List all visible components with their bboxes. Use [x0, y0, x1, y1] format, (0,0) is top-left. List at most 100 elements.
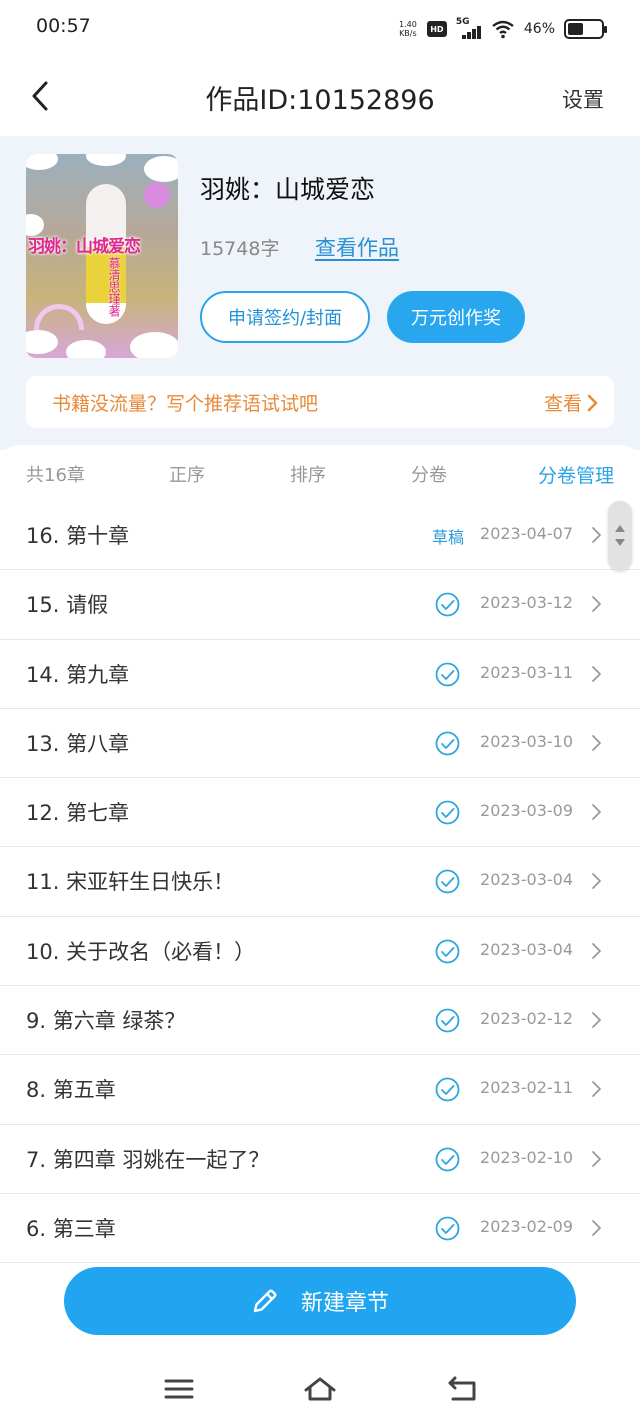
chapter-row[interactable]: 15. 请假 2023-03-12: [0, 570, 640, 640]
chapter-date: 2023-02-11: [480, 1078, 573, 1098]
check-circle-icon: [435, 939, 460, 964]
chapter-total: 共16章: [26, 465, 85, 486]
chapter-title: 9. 第六章 绿茶？: [26, 1009, 186, 1034]
chapter-date: 2023-04-07: [480, 524, 573, 543]
view-work-link[interactable]: 查看作品: [315, 232, 399, 262]
chapter-date: 2023-03-10: [480, 731, 573, 751]
chapter-row[interactable]: 9. 第六章 绿茶？ 2023-02-12: [0, 986, 640, 1056]
chapter-toolbar: 共16章 正序 排序 分卷 分卷管理: [0, 445, 640, 501]
top-nav: 作品ID:10152896 设置: [0, 56, 640, 136]
order-toggle[interactable]: 正序: [169, 461, 205, 487]
signal-5g-icon: 5G: [455, 17, 482, 39]
chevron-right-icon: [592, 527, 601, 543]
scrollbar-thumb[interactable]: [608, 501, 632, 571]
check-circle-icon: [435, 1077, 460, 1102]
chapter-row[interactable]: 6. 第三章 2023-02-09: [0, 1194, 640, 1264]
chevron-right-icon: [592, 873, 601, 890]
chapter-row[interactable]: 13. 第八章 2023-03-10: [0, 709, 640, 779]
check-circle-icon: [435, 731, 460, 756]
network-label: 5G: [455, 17, 470, 27]
check-circle-icon: [435, 662, 460, 686]
net-speed: 1.40 KB/s: [398, 20, 418, 38]
back-icon[interactable]: [445, 1374, 479, 1404]
check-circle-icon: [435, 592, 460, 617]
chapter-date: 2023-03-09: [480, 801, 573, 821]
chapter-title: 10. 关于改名（必看！）: [26, 939, 256, 964]
status-bar: 00:57 1.40 KB/s HD 5G 46%: [0, 0, 640, 56]
net-speed-unit: KB/s: [399, 29, 417, 38]
promo-view-label: 查看: [543, 393, 582, 415]
volume-manage-button[interactable]: 分卷管理: [538, 461, 614, 488]
cover-title: 羽姚：山城爱恋: [28, 237, 141, 257]
chapter-date: 2023-03-04: [480, 870, 573, 890]
chapter-title: 11. 宋亚轩生日快乐！: [26, 870, 235, 895]
chapter-date: 2023-02-09: [480, 1216, 573, 1236]
chevron-right-icon: [592, 734, 601, 751]
book-title: 羽姚：山城爱恋: [200, 175, 376, 204]
chapter-row[interactable]: 14. 第九章 2023-03-11: [0, 640, 640, 709]
chevron-right-icon: [592, 1150, 601, 1167]
chapter-title: 7. 第四章 羽姚在一起了？: [26, 1147, 270, 1172]
chapter-list: 16. 第十章 草稿 2023-04-07 15. 请假 2023-03-12 14. 第…: [0, 501, 640, 1264]
promo-view-link[interactable]: 查看: [544, 389, 598, 416]
battery-icon: [564, 19, 607, 39]
chapter-row[interactable]: 16. 第十章 草稿 2023-04-07: [0, 501, 640, 571]
chapter-date: 2023-03-04: [480, 939, 573, 959]
hd-icon: HD: [426, 21, 447, 37]
chevron-right-icon: [592, 1081, 601, 1098]
check-circle-icon: [435, 1008, 460, 1033]
volume-button[interactable]: 分卷: [411, 461, 447, 487]
system-nav-bar: [0, 1356, 640, 1427]
status-time: 00:57: [36, 15, 91, 37]
battery-fill: [568, 23, 583, 35]
chapter-row[interactable]: 12. 第七章 2023-03-09: [0, 778, 640, 848]
pencil-icon: [253, 1289, 277, 1313]
chevron-right-icon: [592, 1012, 601, 1028]
sort-button[interactable]: 排序: [290, 461, 326, 487]
chapter-title: 13. 第八章: [26, 731, 130, 756]
chapter-row[interactable]: 11. 宋亚轩生日快乐！ 2023-03-04: [0, 847, 640, 917]
promo-text: 书籍没流量？写个推荐语试试吧: [52, 393, 319, 415]
new-chapter-label: 新建章节: [300, 1291, 389, 1316]
menu-icon[interactable]: [162, 1374, 196, 1404]
chapter-title: 12. 第七章: [26, 801, 130, 826]
chapter-date: 2023-02-10: [480, 1147, 573, 1167]
check-circle-icon: [435, 1216, 460, 1241]
status-icons: 1.40 KB/s HD 5G 46%: [398, 16, 607, 42]
page-title: 作品ID:10152896: [205, 85, 435, 116]
draft-badge: 草稿: [431, 528, 464, 547]
chapter-date: 2023-03-12: [480, 593, 573, 613]
chapter-row[interactable]: 7. 第四章 羽姚在一起了？ 2023-02-10: [0, 1125, 640, 1194]
creation-award-button[interactable]: 万元创作奖: [387, 291, 525, 343]
home-icon[interactable]: [303, 1374, 337, 1404]
chevron-right-icon: [592, 596, 601, 613]
chevron-right-icon: [592, 1220, 601, 1236]
check-circle-icon: [435, 1147, 460, 1172]
new-chapter-button[interactable]: 新建章节: [64, 1267, 576, 1335]
word-count: 15748字: [200, 238, 280, 260]
cover-author: 慕清思瑾著: [107, 257, 121, 317]
battery-percent: 46%: [523, 21, 555, 37]
chapter-row[interactable]: 8. 第五章 2023-02-11: [0, 1055, 640, 1125]
book-cover[interactable]: 羽姚：山城爱恋 慕清思瑾著: [26, 154, 178, 358]
check-circle-icon: [435, 800, 460, 825]
chapter-title: 15. 请假: [26, 593, 109, 618]
settings-button[interactable]: 设置: [562, 84, 604, 114]
chapter-date: 2023-02-12: [480, 1009, 573, 1029]
apply-sign-cover-button[interactable]: 申请签约/封面: [200, 291, 370, 343]
net-speed-value: 1.40: [398, 20, 417, 29]
wifi-icon: [492, 20, 514, 39]
chevron-right-icon: [587, 394, 598, 411]
chevron-right-icon: [592, 942, 601, 959]
chapter-title: 16. 第十章: [26, 524, 130, 548]
chapter-title: 6. 第三章: [26, 1216, 116, 1241]
chapter-date: 2023-03-11: [480, 662, 573, 682]
chapter-title: 14. 第九章: [26, 662, 130, 687]
book-card: 羽姚：山城爱恋 慕清思瑾著 羽姚：山城爱恋 15748字 查看作品 申请签约/封…: [0, 136, 640, 450]
chapter-title: 8. 第五章: [26, 1078, 116, 1103]
chevron-right-icon: [592, 804, 601, 821]
check-circle-icon: [435, 870, 460, 894]
chapter-row[interactable]: 10. 关于改名（必看！） 2023-03-04: [0, 917, 640, 987]
promo-banner[interactable]: 书籍没流量？写个推荐语试试吧 查看: [26, 376, 614, 428]
chevron-right-icon: [592, 665, 601, 682]
